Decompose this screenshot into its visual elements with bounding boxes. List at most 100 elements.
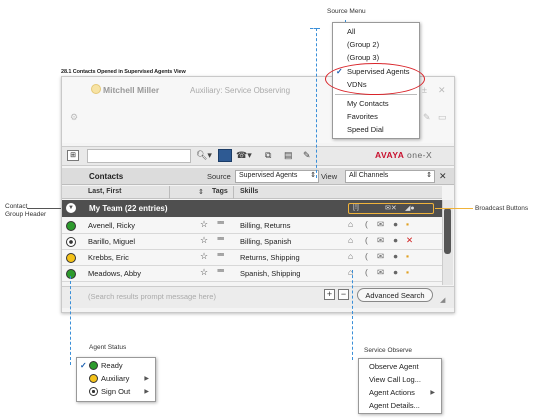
status-menu-item[interactable]: Sign Out (77, 386, 155, 398)
agent-status-leader (70, 276, 71, 365)
favorite-star-icon[interactable]: ☆ (200, 235, 208, 246)
settings-icon[interactable]: ⚙ (70, 112, 78, 123)
agent-row[interactable]: Krebbs, Eric ☆ ≡≡ Returns, Shipping ⌂ ( … (62, 250, 442, 266)
agent-row[interactable]: Barillo, Miguel ☆ ≡≡ Billing, Spanish ⌂ … (62, 234, 442, 250)
submenu-arrow-icon: ▶ (144, 376, 149, 382)
email-icon[interactable]: ✉ (377, 235, 384, 246)
highlight-ellipse (325, 63, 425, 95)
source-select[interactable]: Supervised Agents ⇕ (235, 170, 319, 183)
favorite-star-icon[interactable]: ☆ (200, 267, 208, 278)
source-menu-callout: Source Menu (327, 8, 366, 15)
call-icon[interactable]: ( (365, 267, 368, 277)
task-icon[interactable]: ▪ (406, 251, 409, 261)
phone-icon[interactable]: ☎▾ (236, 150, 252, 161)
call-icon[interactable]: ( (365, 235, 368, 245)
search-icon[interactable]: 🔍︎▾ (196, 150, 212, 161)
call-icon[interactable]: ( (365, 251, 368, 261)
minimize-icon[interactable]: ± (422, 85, 427, 95)
search-prompt: (Search results prompt message here) (88, 292, 216, 301)
agent-row-name: Krebbs, Eric (88, 253, 129, 262)
view-select[interactable]: All Channels ⇕ (345, 170, 435, 183)
group-header-leader (27, 208, 61, 209)
task-icon[interactable]: ▪ (406, 267, 409, 277)
agent-row-skills: Billing, Spanish (240, 237, 292, 246)
agent-row-skills: Returns, Shipping (240, 253, 300, 262)
scrollbar-thumb[interactable] (444, 208, 451, 254)
agent-row-name: Meadows, Abby (88, 269, 141, 278)
column-tags[interactable]: Tags (212, 188, 228, 195)
book-icon[interactable]: ▭ (438, 112, 447, 123)
source-menu-item[interactable]: Favorites (333, 111, 419, 123)
resize-grip-icon[interactable]: ◢ (440, 296, 445, 304)
agent-row-name: Barillo, Miguel (88, 237, 136, 246)
signed-out-status-icon[interactable] (66, 237, 76, 247)
remove-icon[interactable]: − (338, 289, 349, 300)
close-contacts-icon[interactable]: ✕ (439, 171, 447, 182)
agent-status-callout: Agent Status (89, 344, 127, 351)
observe-menu-item[interactable]: Agent Details... (359, 400, 441, 412)
email-icon[interactable]: ✉ (377, 251, 384, 262)
column-divider (169, 186, 170, 199)
chat-icon[interactable]: ● (393, 219, 398, 229)
observe-icon[interactable]: ⌂ (348, 235, 353, 245)
chat-icon[interactable]: ● (393, 235, 398, 245)
aux-state-icon (91, 84, 101, 94)
favorite-star-icon[interactable]: ☆ (200, 219, 208, 230)
sort-icon[interactable]: ⇕ (198, 188, 204, 196)
broadcast-buttons-outline (348, 203, 434, 214)
agent-name: Mitchell Miller (103, 85, 160, 95)
advanced-search-button[interactable]: Advanced Search (357, 288, 433, 302)
observe-menu-item[interactable]: Agent Actions (359, 387, 441, 399)
source-menu-item[interactable]: (Group 2) (333, 39, 419, 51)
source-menu-item[interactable]: All (333, 26, 419, 38)
task-icon[interactable]: ▪ (406, 219, 409, 229)
window-icon[interactable]: ⧉ (265, 150, 271, 161)
submenu-arrow-icon: ▶ (430, 390, 435, 396)
dialpad-icon[interactable]: ⊞ (67, 150, 79, 161)
source-menu-item[interactable]: Speed Dial (333, 124, 419, 136)
view-label: View (321, 172, 338, 181)
ready-status-icon[interactable] (66, 221, 76, 231)
status-menu-item[interactable]: Ready (77, 360, 155, 372)
favorite-star-icon[interactable]: ☆ (200, 251, 208, 262)
task-blocked-icon[interactable]: ✕ (406, 235, 413, 246)
column-divider (233, 186, 234, 199)
email-icon[interactable]: ✉ (377, 219, 384, 230)
collapse-icon[interactable]: ▼ (66, 203, 76, 213)
close-icon[interactable]: ✕ (438, 85, 446, 96)
submenu-arrow-icon: ▶ (144, 389, 149, 395)
status-menu-item[interactable]: Auxiliary (77, 373, 155, 385)
column-name[interactable]: Last, First (88, 188, 121, 195)
edit-icon[interactable]: ✎ (423, 112, 431, 123)
observe-icon[interactable]: ⌂ (348, 219, 353, 229)
contact-group-header-callout: Group Header (5, 211, 47, 218)
service-observe-leader (352, 270, 353, 360)
figure-title: 28.1 Contacts Opened in Supervised Agent… (61, 69, 186, 75)
observe-menu-item[interactable]: View Call Log... (359, 374, 441, 386)
tag-icon[interactable]: ≡≡ (217, 236, 224, 243)
search-input[interactable] (87, 149, 191, 163)
observe-menu-item[interactable]: Observe Agent (359, 361, 441, 373)
keyboard-icon[interactable]: ▤ (284, 150, 293, 161)
email-icon[interactable]: ✉ (377, 267, 384, 278)
note-icon[interactable]: ✎ (303, 150, 311, 161)
call-icon[interactable]: ( (365, 219, 368, 229)
tag-icon[interactable]: ≡≡ (217, 220, 224, 227)
contact-group-header-callout: Contact (5, 203, 28, 210)
chat-icon[interactable]: ● (393, 251, 398, 261)
agent-row[interactable]: Meadows, Abby ☆ ≡≡ Spanish, Shipping ⌂ (… (62, 266, 442, 282)
contacts-book-icon[interactable] (218, 149, 232, 162)
agent-row-skills: Spanish, Shipping (240, 269, 301, 278)
agent-row-name: Avenell, Ricky (88, 221, 135, 230)
tag-icon[interactable]: ≡≡ (217, 252, 224, 259)
observe-icon[interactable]: ⌂ (348, 251, 353, 261)
add-icon[interactable]: + (324, 289, 335, 300)
tag-icon[interactable]: ≡≡ (217, 268, 224, 275)
auxiliary-status-icon[interactable] (66, 253, 76, 263)
chat-icon[interactable]: ● (393, 267, 398, 277)
ready-status-icon[interactable] (66, 269, 76, 279)
column-skills[interactable]: Skills (240, 188, 258, 195)
source-menu-item[interactable]: My Contacts (333, 98, 419, 110)
agent-row[interactable]: Avenell, Ricky ☆ ≡≡ Billing, Returns ⌂ (… (62, 218, 442, 234)
contacts-title: Contacts (89, 172, 124, 181)
